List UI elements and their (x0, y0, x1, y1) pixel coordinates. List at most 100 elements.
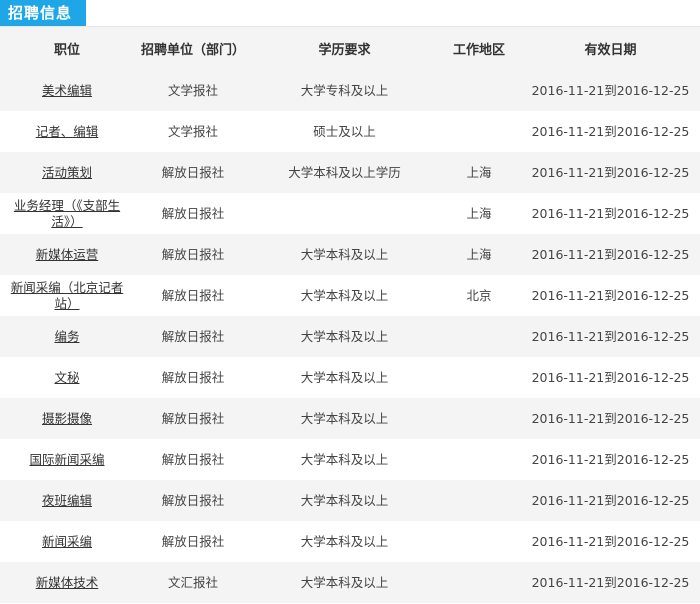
cell-region (437, 316, 521, 357)
table-row: 文秘 解放日报社 大学本科及以上 2016-11-21到2016-12-25 (0, 357, 700, 398)
cell-unit: 解放日报社 (134, 480, 252, 521)
cell-education: 大学本科及以上 (252, 439, 437, 480)
cell-position: 美术编辑 (0, 70, 134, 111)
cell-position: 夜班编辑 (0, 480, 134, 521)
job-title-link[interactable]: 夜班编辑 (42, 493, 92, 508)
table-row: 摄影摄像 解放日报社 大学本科及以上 2016-11-21到2016-12-25 (0, 398, 700, 439)
cell-education: 大学本科及以上 (252, 275, 437, 316)
cell-position: 摄影摄像 (0, 398, 134, 439)
cell-date: 2016-11-21到2016-12-25 (521, 70, 700, 111)
cell-position: 新闻采编 (0, 521, 134, 562)
cell-education: 大学本科及以上 (252, 316, 437, 357)
cell-date: 2016-11-21到2016-12-25 (521, 562, 700, 603)
cell-position: 活动策划 (0, 152, 134, 193)
cell-position: 新媒体运营 (0, 234, 134, 275)
job-title-link[interactable]: 美术编辑 (42, 83, 92, 98)
cell-date: 2016-11-21到2016-12-25 (521, 316, 700, 357)
cell-unit: 解放日报社 (134, 521, 252, 562)
cell-region (437, 521, 521, 562)
cell-date: 2016-11-21到2016-12-25 (521, 234, 700, 275)
cell-unit: 文汇报社 (134, 562, 252, 603)
table-row: 美术编辑 文学报社 大学专科及以上 2016-11-21到2016-12-25 (0, 70, 700, 111)
cell-position: 编务 (0, 316, 134, 357)
cell-date: 2016-11-21到2016-12-25 (521, 275, 700, 316)
cell-region (437, 70, 521, 111)
job-title-link[interactable]: 编务 (54, 329, 79, 344)
table-row: 新闻采编 解放日报社 大学本科及以上 2016-11-21到2016-12-25 (0, 521, 700, 562)
job-title-link[interactable]: 新闻采编（北京记者站） (11, 280, 124, 311)
cell-unit: 解放日报社 (134, 439, 252, 480)
cell-region (437, 562, 521, 603)
cell-region (437, 357, 521, 398)
cell-unit: 解放日报社 (134, 234, 252, 275)
job-title-link[interactable]: 国际新闻采编 (29, 452, 104, 467)
cell-education: 大学本科及以上 (252, 357, 437, 398)
cell-education: 大学本科及以上 (252, 562, 437, 603)
cell-region: 上海 (437, 234, 521, 275)
cell-region (437, 111, 521, 152)
cell-region (437, 439, 521, 480)
cell-unit: 解放日报社 (134, 357, 252, 398)
cell-unit: 解放日报社 (134, 275, 252, 316)
job-title-link[interactable]: 文秘 (54, 370, 79, 385)
cell-unit: 文学报社 (134, 111, 252, 152)
table-row: 记者、编辑 文学报社 硕士及以上 2016-11-21到2016-12-25 (0, 111, 700, 152)
job-title-link[interactable]: 活动策划 (42, 165, 92, 180)
cell-region: 上海 (437, 152, 521, 193)
cell-region (437, 480, 521, 521)
cell-position: 记者、编辑 (0, 111, 134, 152)
cell-unit: 解放日报社 (134, 398, 252, 439)
table-row: 新闻采编（北京记者站） 解放日报社 大学本科及以上 北京 2016-11-21到2016… (0, 275, 700, 316)
column-header-position: 职位 (0, 27, 134, 70)
table-row: 新媒体运营 解放日报社 大学本科及以上 上海 2016-11-21到2016-12-25 (0, 234, 700, 275)
job-title-link[interactable]: 新闻采编 (42, 534, 92, 549)
job-title-link[interactable]: 新媒体运营 (36, 247, 99, 262)
cell-position: 文秘 (0, 357, 134, 398)
cell-position: 国际新闻采编 (0, 439, 134, 480)
cell-unit: 解放日报社 (134, 316, 252, 357)
cell-education: 大学本科及以上 (252, 398, 437, 439)
job-title-link[interactable]: 新媒体技术 (36, 575, 99, 590)
column-header-region: 工作地区 (437, 27, 521, 70)
cell-education: 大学本科及以上 (252, 234, 437, 275)
cell-education: 硕士及以上 (252, 111, 437, 152)
cell-unit: 文学报社 (134, 70, 252, 111)
cell-unit: 解放日报社 (134, 193, 252, 234)
cell-education: 大学专科及以上 (252, 70, 437, 111)
cell-date: 2016-11-21到2016-12-25 (521, 193, 700, 234)
cell-position: 新闻采编（北京记者站） (0, 275, 134, 316)
section-header: 招聘信息 (0, 0, 700, 27)
job-listings-table: 职位 招聘单位（部门） 学历要求 工作地区 有效日期 美术编辑 文学报社 大学专科及… (0, 27, 700, 603)
cell-region (437, 398, 521, 439)
cell-date: 2016-11-21到2016-12-25 (521, 111, 700, 152)
table-row: 国际新闻采编 解放日报社 大学本科及以上 2016-11-21到2016-12-25 (0, 439, 700, 480)
cell-education: 大学本科及以上学历 (252, 152, 437, 193)
table-body: 美术编辑 文学报社 大学专科及以上 2016-11-21到2016-12-25 记者、编… (0, 70, 700, 603)
cell-date: 2016-11-21到2016-12-25 (521, 521, 700, 562)
cell-education (252, 193, 437, 234)
cell-date: 2016-11-21到2016-12-25 (521, 439, 700, 480)
table-row: 编务 解放日报社 大学本科及以上 2016-11-21到2016-12-25 (0, 316, 700, 357)
table-row: 夜班编辑 解放日报社 大学本科及以上 2016-11-21到2016-12-25 (0, 480, 700, 521)
cell-region: 北京 (437, 275, 521, 316)
job-title-link[interactable]: 摄影摄像 (42, 411, 92, 426)
column-header-education: 学历要求 (252, 27, 437, 70)
cell-unit: 解放日报社 (134, 152, 252, 193)
cell-education: 大学本科及以上 (252, 521, 437, 562)
table-row: 活动策划 解放日报社 大学本科及以上学历 上海 2016-11-21到2016-12-2… (0, 152, 700, 193)
section-title: 招聘信息 (0, 0, 86, 27)
table-header: 职位 招聘单位（部门） 学历要求 工作地区 有效日期 (0, 27, 700, 70)
table-row: 业务经理（《支部生活》） 解放日报社 上海 2016-11-21到2016-12-25 (0, 193, 700, 234)
column-header-date: 有效日期 (521, 27, 700, 70)
cell-education: 大学本科及以上 (252, 480, 437, 521)
cell-date: 2016-11-21到2016-12-25 (521, 357, 700, 398)
table-header-row: 职位 招聘单位（部门） 学历要求 工作地区 有效日期 (0, 27, 700, 70)
table-row: 新媒体技术 文汇报社 大学本科及以上 2016-11-21到2016-12-25 (0, 562, 700, 603)
cell-date: 2016-11-21到2016-12-25 (521, 480, 700, 521)
column-header-unit: 招聘单位（部门） (134, 27, 252, 70)
cell-date: 2016-11-21到2016-12-25 (521, 152, 700, 193)
cell-region: 上海 (437, 193, 521, 234)
cell-date: 2016-11-21到2016-12-25 (521, 398, 700, 439)
job-title-link[interactable]: 业务经理（《支部生活》） (14, 198, 120, 229)
job-title-link[interactable]: 记者、编辑 (36, 124, 99, 139)
